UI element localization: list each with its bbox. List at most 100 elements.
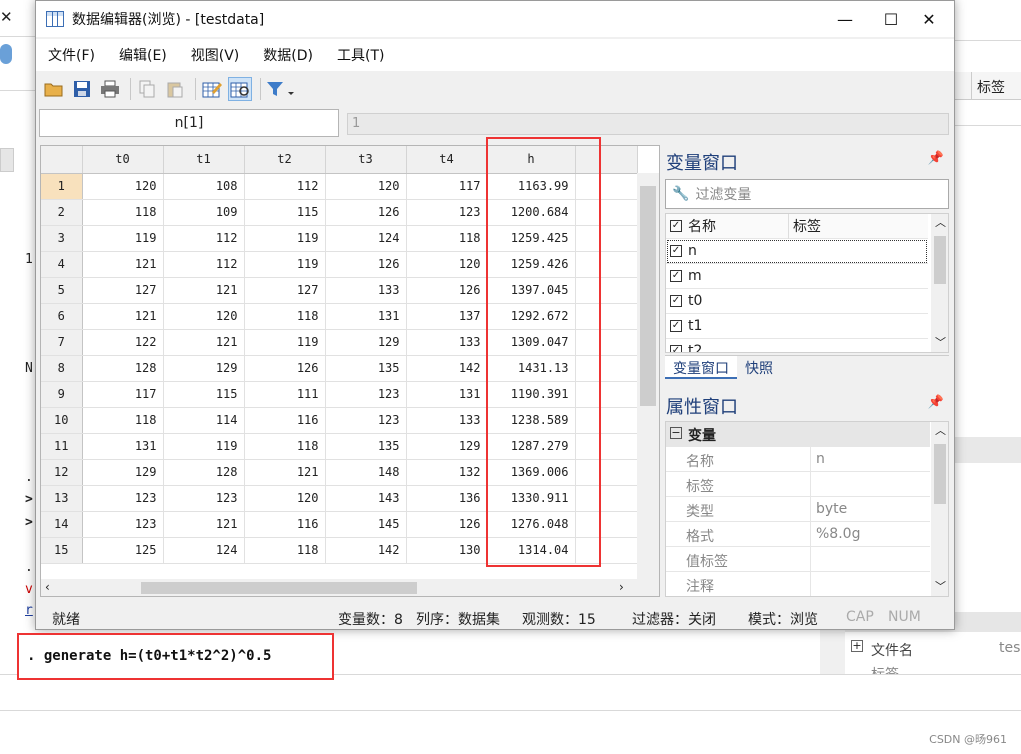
- cell-t3[interactable]: 120: [325, 173, 407, 200]
- scroll-right-icon[interactable]: ›: [619, 580, 624, 594]
- edit-icon[interactable]: [200, 77, 224, 101]
- row-number[interactable]: 14: [41, 511, 83, 538]
- tab-snapshots[interactable]: 快照: [737, 356, 781, 379]
- cell-t4[interactable]: 131: [406, 381, 488, 408]
- cell-t0[interactable]: 123: [82, 511, 164, 538]
- cell-t3[interactable]: 126: [325, 199, 407, 226]
- corner-cell[interactable]: [41, 146, 83, 174]
- tab-variables[interactable]: 变量窗口: [665, 356, 737, 379]
- save-icon[interactable]: [70, 77, 94, 101]
- vertical-scrollbar[interactable]: [637, 173, 659, 579]
- cell-t1[interactable]: 112: [163, 251, 245, 278]
- cell-t3[interactable]: 123: [325, 381, 407, 408]
- variable-list-scroll-thumb[interactable]: [934, 236, 946, 284]
- cell-t2[interactable]: 126: [244, 355, 326, 382]
- cell-t0[interactable]: 125: [82, 537, 164, 564]
- cell-t3[interactable]: 135: [325, 433, 407, 460]
- cell-t0[interactable]: 118: [82, 199, 164, 226]
- row-number[interactable]: 3: [41, 225, 83, 252]
- cell-t4[interactable]: 136: [406, 485, 488, 512]
- cell-t3[interactable]: 148: [325, 459, 407, 486]
- row-number[interactable]: 13: [41, 485, 83, 512]
- row-number[interactable]: 6: [41, 303, 83, 330]
- row-number[interactable]: 5: [41, 277, 83, 304]
- variable-row[interactable]: ✓ t1: [666, 314, 928, 339]
- variable-checkbox[interactable]: ✓: [670, 295, 682, 307]
- menu-edit[interactable]: 编辑(E): [107, 45, 179, 65]
- menu-tools[interactable]: 工具(T): [325, 45, 396, 65]
- row-number[interactable]: 1: [41, 173, 83, 200]
- minimize-button[interactable]: —: [822, 1, 868, 37]
- cell-t3[interactable]: 143: [325, 485, 407, 512]
- cell-t3[interactable]: 126: [325, 251, 407, 278]
- cell-t0[interactable]: 118: [82, 407, 164, 434]
- cell-t0[interactable]: 123: [82, 485, 164, 512]
- row-number[interactable]: 11: [41, 433, 83, 460]
- cell-t4[interactable]: 133: [406, 407, 488, 434]
- menu-file[interactable]: 文件(F): [36, 45, 107, 65]
- cell-t1[interactable]: 115: [163, 381, 245, 408]
- column-header-t3[interactable]: t3: [325, 146, 407, 174]
- cell-t0[interactable]: 131: [82, 433, 164, 460]
- cell-t2[interactable]: 121: [244, 459, 326, 486]
- scroll-up-icon[interactable]: ︿: [935, 214, 946, 230]
- cell-t1[interactable]: 109: [163, 199, 245, 226]
- property-row[interactable]: 格式 %8.0g: [666, 522, 930, 547]
- properties-section-variables[interactable]: − 变量: [666, 422, 930, 447]
- cell-t2[interactable]: 119: [244, 329, 326, 356]
- cell-t1[interactable]: 124: [163, 537, 245, 564]
- row-number[interactable]: 8: [41, 355, 83, 382]
- properties-scrollbar[interactable]: ︿ ﹀: [931, 422, 948, 596]
- cell-t2[interactable]: 111: [244, 381, 326, 408]
- bg-output-link[interactable]: r: [25, 603, 33, 618]
- row-number[interactable]: 7: [41, 329, 83, 356]
- property-row[interactable]: 类型 byte: [666, 497, 930, 522]
- paste-icon[interactable]: [163, 77, 187, 101]
- pin-icon[interactable]: 📌: [928, 151, 944, 166]
- cell-t0[interactable]: 129: [82, 459, 164, 486]
- column-header-t2[interactable]: t2: [244, 146, 326, 174]
- cell-t1[interactable]: 112: [163, 225, 245, 252]
- cell-t1[interactable]: 108: [163, 173, 245, 200]
- menu-view[interactable]: 视图(V): [179, 45, 252, 65]
- cell-t0[interactable]: 117: [82, 381, 164, 408]
- bg-toolbar-icon[interactable]: [0, 44, 12, 64]
- cell-t4[interactable]: 126: [406, 277, 488, 304]
- cell-value-field[interactable]: 1: [347, 113, 949, 135]
- variable-row[interactable]: ✓ t0: [666, 289, 928, 314]
- cell-t2[interactable]: 116: [244, 407, 326, 434]
- variable-checkbox[interactable]: ✓: [670, 245, 682, 257]
- cell-t3[interactable]: 145: [325, 511, 407, 538]
- cell-t2[interactable]: 120: [244, 485, 326, 512]
- row-number[interactable]: 15: [41, 537, 83, 564]
- cell-t4[interactable]: 133: [406, 329, 488, 356]
- cell-t3[interactable]: 133: [325, 277, 407, 304]
- horizontal-scrollbar[interactable]: ‹ ›: [41, 579, 659, 596]
- variable-checkbox[interactable]: ✓: [670, 270, 682, 282]
- cell-t2[interactable]: 116: [244, 511, 326, 538]
- property-row[interactable]: 标签: [666, 472, 930, 497]
- cell-t3[interactable]: 131: [325, 303, 407, 330]
- cell-t2[interactable]: 119: [244, 251, 326, 278]
- column-header-t1[interactable]: t1: [163, 146, 245, 174]
- cell-t1[interactable]: 114: [163, 407, 245, 434]
- cell-t3[interactable]: 142: [325, 537, 407, 564]
- cell-t0[interactable]: 122: [82, 329, 164, 356]
- cell-t3[interactable]: 135: [325, 355, 407, 382]
- cell-t1[interactable]: 123: [163, 485, 245, 512]
- variable-row[interactable]: ✓ n: [666, 239, 928, 264]
- cell-t4[interactable]: 123: [406, 199, 488, 226]
- cell-t0[interactable]: 120: [82, 173, 164, 200]
- cell-t4[interactable]: 126: [406, 511, 488, 538]
- cell-t4[interactable]: 137: [406, 303, 488, 330]
- vertical-scroll-thumb[interactable]: [640, 186, 656, 406]
- variable-checkbox[interactable]: ✓: [670, 320, 682, 332]
- bg-close-icon[interactable]: ✕: [0, 8, 13, 26]
- cell-t4[interactable]: 142: [406, 355, 488, 382]
- scroll-down-icon[interactable]: ﹀: [935, 578, 946, 594]
- cell-t2[interactable]: 118: [244, 303, 326, 330]
- expand-icon[interactable]: +: [851, 640, 863, 652]
- row-number[interactable]: 12: [41, 459, 83, 486]
- cell-t1[interactable]: 129: [163, 355, 245, 382]
- menu-data[interactable]: 数据(D): [251, 45, 325, 65]
